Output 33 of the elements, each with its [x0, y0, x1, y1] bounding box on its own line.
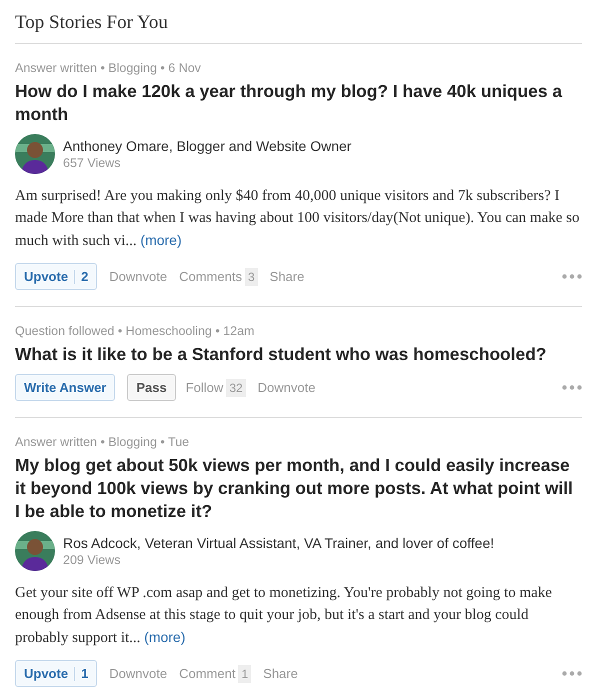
- action-button[interactable]: Write Answer: [15, 374, 116, 401]
- view-count: 657 Views: [63, 156, 122, 170]
- action-link[interactable]: Comments: [179, 269, 242, 284]
- action-link[interactable]: Share: [263, 666, 298, 681]
- action-button[interactable]: Upvote 2: [15, 263, 98, 290]
- count-badge: 3: [244, 268, 258, 286]
- action-link[interactable]: Follow: [186, 380, 224, 395]
- action-link[interactable]: Downvote: [258, 380, 316, 395]
- section-title: Top Stories For You: [15, 12, 168, 34]
- more-link[interactable]: (more): [140, 232, 182, 248]
- more-link[interactable]: (more): [144, 629, 186, 645]
- story-headline[interactable]: How do I make 120k a year through my blog? I have 40k uniques a month: [15, 80, 582, 126]
- action-button[interactable]: Pass: [127, 374, 176, 401]
- author-name[interactable]: Anthoney Omare, Blogger and Website Owner: [63, 138, 352, 154]
- author-name[interactable]: Ros Adcock, Veteran Virtual Assistant, VA Trainer, and lover of coffee!: [63, 535, 494, 551]
- count-badge: 1: [238, 664, 252, 682]
- action-link[interactable]: Downvote: [109, 666, 168, 681]
- answer-text: Am surprised! Are you making only $40 from 40,000 unique visitors and 7k subscribers? I made More than that when I was having about 100 visitors/day(Not unique). You can make so much with such vi... (more): [15, 187, 580, 251]
- action-link[interactable]: Downvote: [109, 269, 168, 284]
- story-headline[interactable]: My blog get about 50k views per month, and I could easily increase it beyond 100k views by cranking out more posts. At what point will I be able to monetize it?: [15, 454, 582, 523]
- story-meta: Question followed • Homeschooling • 12am: [15, 324, 256, 338]
- more-options-icon[interactable]: [562, 274, 582, 279]
- more-options-icon[interactable]: [562, 671, 582, 676]
- action-link[interactable]: Comment: [179, 666, 236, 681]
- more-options-icon[interactable]: [562, 385, 582, 390]
- story-meta: Answer written • Blogging • 6 Nov: [15, 61, 202, 75]
- story-meta: Answer written • Blogging • Tue: [15, 435, 190, 449]
- action-link[interactable]: Share: [270, 269, 304, 284]
- view-count: 209 Views: [63, 553, 122, 567]
- story-headline[interactable]: What is it like to be a Stanford student who was homeschooled?: [15, 343, 582, 366]
- answer-text: Get your site off WP .com asap and get to monetizing. You're probably not going to make enough from Adsense at this stage to quit your job, but it's a start and your blog could probably support it... (more): [15, 584, 553, 648]
- action-button[interactable]: Upvote 1: [15, 660, 98, 687]
- count-badge: 32: [226, 378, 246, 396]
